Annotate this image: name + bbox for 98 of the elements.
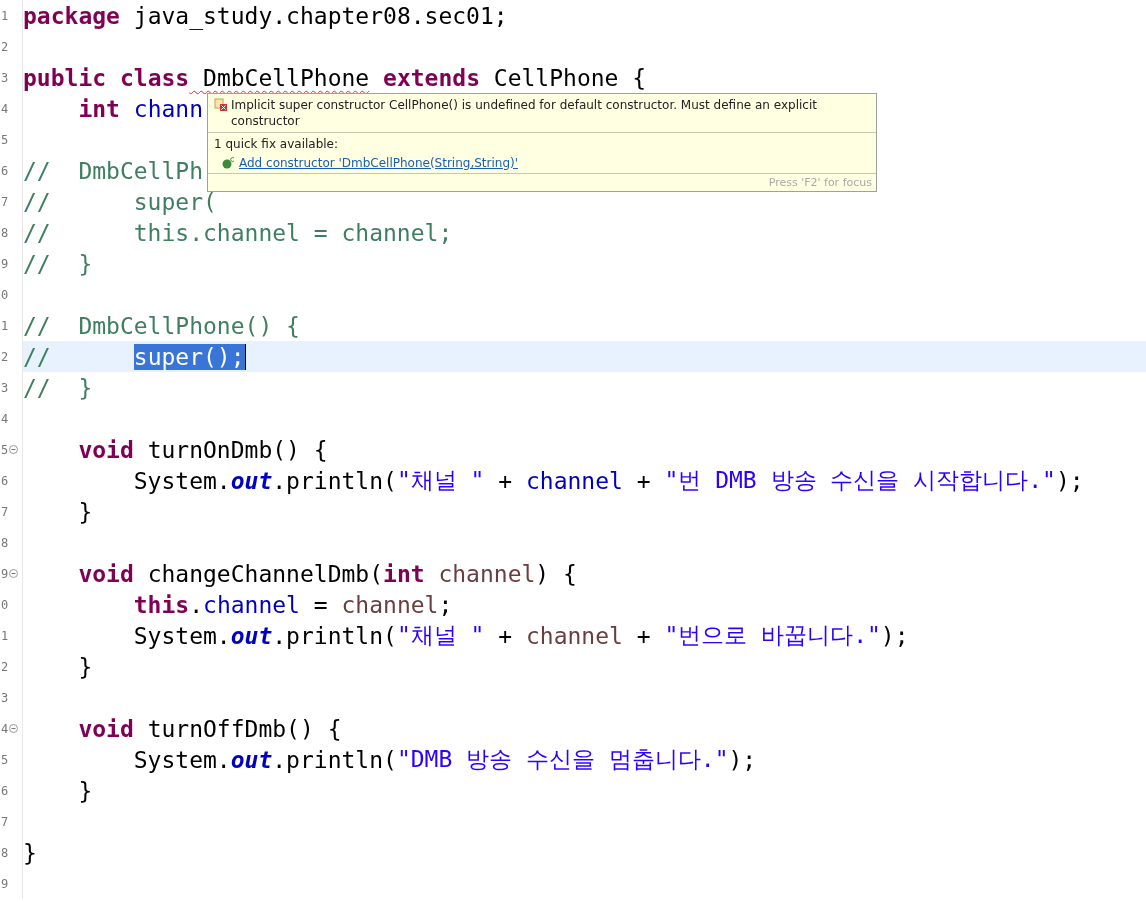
line-number: 7 [1, 814, 9, 829]
code-token: ); [880, 622, 909, 649]
error-icon [214, 98, 228, 112]
line-number: 3 [1, 70, 9, 85]
line-number: 1 [1, 318, 9, 333]
code-token: package [23, 2, 120, 29]
code-token: // super( [23, 188, 217, 215]
code-token: + [497, 467, 514, 494]
error-message: Implicit super constructor CellPhone() is undefined for default constructor. Must define an explicit constructor [231, 97, 818, 129]
constructor-icon [222, 156, 236, 170]
code-token: "DMB 방송 수신을 멈춥니다." [396, 745, 729, 774]
code-token: System. [132, 622, 231, 649]
code-token: ); [1055, 467, 1084, 494]
code-token: + [635, 467, 652, 494]
line-number: 7 [1, 504, 9, 519]
code-token: // } [23, 250, 93, 277]
code-token: out [230, 746, 273, 773]
code-token: channel [341, 591, 439, 618]
line-number: 9 [1, 256, 9, 271]
code-token: public [23, 64, 107, 91]
code-token: // this.channel = channel; [23, 219, 453, 246]
text-cursor [244, 343, 246, 370]
collapse-icon[interactable] [9, 724, 19, 733]
code-token: channel [203, 591, 300, 618]
code-token: void [77, 436, 134, 463]
code-token: . [189, 591, 204, 618]
focus-hint: Press 'F2' for focus [768, 176, 872, 189]
code-token: // } [23, 374, 93, 401]
code-token: out [230, 467, 273, 494]
line-number: 2 [1, 349, 9, 364]
line-number: 8 [1, 535, 9, 550]
code-token: void [77, 715, 134, 742]
code-token: } [23, 839, 37, 866]
line-number: 4 [1, 721, 9, 736]
code-token: turnOffDmb() { [146, 715, 342, 742]
line-number: 3 [1, 690, 9, 705]
code-token: int [77, 95, 120, 122]
code-token: int [383, 560, 425, 587]
code-token: java_study.chapter08.sec01; [132, 2, 508, 29]
quick-fix-link[interactable]: Add constructor 'DmbCellPhone(String,String)' [239, 156, 519, 170]
line-number: 2 [1, 659, 9, 674]
code-token: channel [437, 560, 536, 587]
code-token: this [132, 591, 190, 618]
code-token: void [77, 560, 134, 587]
code-token: // [23, 343, 52, 370]
line-number: 4 [1, 411, 9, 426]
line-number: 6 [1, 473, 9, 488]
line-number: 9 [1, 876, 9, 891]
quick-fix-heading: 1 quick fix available: [214, 136, 340, 152]
collapse-icon[interactable] [9, 445, 19, 454]
code-token: chann [132, 95, 204, 122]
line-number: 5 [1, 752, 9, 767]
line-number: 7 [1, 194, 9, 209]
line-number: 4 [1, 101, 9, 116]
code-token: ); [728, 746, 757, 773]
code-token: channel [526, 467, 623, 494]
code-token: + [497, 622, 514, 649]
code-token: System. [132, 467, 231, 494]
line-number: 6 [1, 163, 9, 178]
code-token: + [635, 622, 652, 649]
code-token: "채널 " [396, 621, 485, 650]
line-number: 6 [1, 783, 9, 798]
error-underlined-code: DmbCellPhone [202, 64, 370, 91]
line-number: 1 [1, 8, 9, 23]
code-token: CellPhone { [492, 64, 647, 91]
line-number: 5 [1, 132, 9, 147]
line-number: 1 [1, 628, 9, 643]
code-token: } [77, 653, 93, 680]
code-token: turnOnDmb() { [146, 436, 328, 463]
code-token: } [77, 777, 93, 804]
code-token: "채널 " [396, 466, 485, 495]
line-number: 9 [1, 566, 9, 581]
collapse-icon[interactable] [9, 569, 19, 578]
code-token: // DmbCellPh [23, 157, 203, 184]
code-token: System. [132, 746, 231, 773]
line-number: 8 [1, 225, 9, 240]
selected-code: super(); [133, 343, 245, 370]
line-number: 3 [1, 380, 9, 395]
line-number: 5 [1, 442, 9, 457]
code-token: extends [382, 64, 480, 91]
code-token: "번 DMB 방송 수신을 시작합니다." [664, 466, 1056, 495]
line-number: 0 [1, 287, 9, 302]
code-token: channel [526, 622, 623, 649]
code-token: .println( [272, 467, 397, 494]
code-token: .println( [272, 622, 397, 649]
code-token: .println( [272, 746, 397, 773]
line-number: 2 [1, 39, 9, 54]
code-token: ) { [535, 560, 577, 587]
code-token: // DmbCellPhone() { [23, 312, 300, 339]
code-token: class [118, 64, 190, 91]
code-token: changeChannelDmb( [146, 560, 384, 587]
code-token: = [312, 591, 329, 618]
code-token: ; [438, 591, 453, 618]
line-number: 8 [1, 845, 9, 860]
code-token: out [230, 622, 273, 649]
line-number: 0 [1, 597, 9, 612]
code-token: "번으로 바꿉니다." [664, 621, 881, 650]
code-token: } [77, 498, 93, 525]
